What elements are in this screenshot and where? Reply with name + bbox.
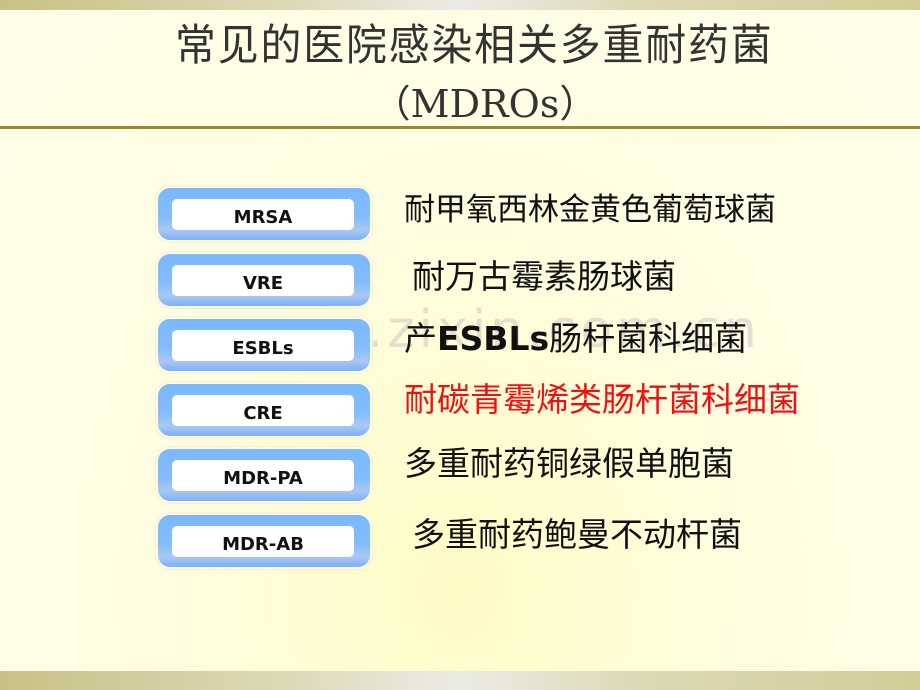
item-description: 耐万古霉素肠球菌 — [412, 257, 676, 297]
abbr-box: CRE — [156, 382, 372, 438]
desc-text: 产 — [404, 319, 437, 358]
abbr-label: ESBLs — [232, 337, 294, 359]
abbr-box: ESBLs — [156, 317, 372, 373]
list-item: MDR-AB 多重耐药鲍曼不动杆菌 — [0, 513, 920, 573]
desc-text: 多重耐药铜绿假单胞菌 — [404, 444, 734, 483]
abbr-box: MDR-PA — [156, 447, 372, 503]
list-item: MRSA 耐甲氧西林金黄色葡萄球菌 — [0, 186, 920, 246]
abbr-label: MDR-PA — [223, 467, 303, 489]
mdro-list: MRSA 耐甲氧西林金黄色葡萄球菌 VRE 耐万古霉素肠球菌 ESBLs 产ES… — [0, 0, 920, 690]
desc-text: 耐万古霉素肠球菌 — [412, 257, 676, 296]
item-description: 产ESBLs肠杆菌科细菌 — [404, 319, 747, 359]
list-item: ESBLs 产ESBLs肠杆菌科细菌 — [0, 317, 920, 377]
abbr-label: MDR-AB — [222, 533, 304, 555]
abbr-label: VRE — [242, 272, 284, 294]
list-item: VRE 耐万古霉素肠球菌 — [0, 252, 920, 312]
abbr-label: MRSA — [233, 206, 293, 228]
desc-bold-text: ESBLs — [437, 319, 550, 358]
item-description: 多重耐药鲍曼不动杆菌 — [412, 515, 742, 555]
abbr-box: MDR-AB — [156, 513, 372, 569]
list-item: MDR-PA 多重耐药铜绿假单胞菌 — [0, 444, 920, 507]
desc-text: 多重耐药鲍曼不动杆菌 — [412, 515, 742, 554]
list-item: CRE 耐碳青霉烯类肠杆菌科细菌 — [0, 380, 920, 442]
desc-text-post: 肠杆菌科细菌 — [549, 319, 748, 358]
desc-text: 耐甲氧西林金黄色葡萄球菌 — [404, 192, 776, 228]
bottom-decorative-bar — [0, 671, 920, 690]
abbr-label: CRE — [243, 402, 283, 424]
abbr-box: VRE — [156, 252, 372, 308]
item-description-highlighted: 耐碳青霉烯类肠杆菌科细菌 — [404, 380, 800, 420]
item-description: 耐甲氧西林金黄色葡萄球菌 — [404, 190, 776, 230]
abbr-box: MRSA — [156, 186, 372, 242]
desc-text: 耐碳青霉烯类肠杆菌科细菌 — [404, 380, 800, 419]
item-description: 多重耐药铜绿假单胞菌 — [404, 444, 734, 484]
